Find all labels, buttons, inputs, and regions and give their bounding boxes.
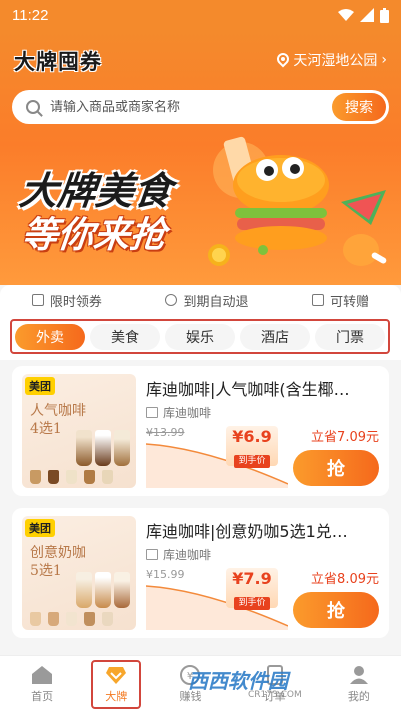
deal-price-tag: ¥6.9 到手价 bbox=[226, 426, 278, 468]
search-button[interactable]: 搜索 bbox=[332, 93, 386, 121]
banner-subheadline: 等你来抢 bbox=[19, 215, 168, 256]
grab-deal-button[interactable]: 抢 bbox=[293, 450, 379, 486]
benefit-auto-refund: 到期自动退 bbox=[165, 291, 248, 310]
merchant-info: 库迪咖啡 bbox=[146, 404, 211, 421]
battery-icon bbox=[380, 7, 389, 23]
nav-brands[interactable]: 大牌 bbox=[91, 660, 142, 709]
calendar-icon bbox=[31, 294, 44, 306]
site-watermark: 西西软件园 CR173.COM bbox=[188, 669, 302, 700]
benefit-limited-time: 限时领券 bbox=[31, 291, 102, 310]
benefits-row: 限时领券 到期自动退 可转赠 bbox=[0, 285, 401, 315]
category-tabs-container: 外卖 美食 娱乐 酒店 门票 bbox=[0, 315, 401, 360]
product-title: 库迪咖啡|创意奶咖5选1兑… bbox=[146, 522, 348, 541]
product-card[interactable]: 美团 人气咖啡 4选1 库迪咖啡|人气咖啡(含生椰… 库迪咖啡 ¥13.99 ¥… bbox=[12, 366, 389, 496]
product-thumbnail: 美团 创意奶咖 5选1 bbox=[22, 516, 136, 630]
tab-takeout[interactable]: 外卖 bbox=[15, 323, 85, 350]
tab-food[interactable]: 美食 bbox=[90, 323, 160, 350]
shop-icon bbox=[146, 549, 158, 560]
location-pin-icon bbox=[277, 53, 289, 68]
search-input[interactable] bbox=[50, 99, 320, 115]
user-icon bbox=[349, 666, 368, 684]
product-card[interactable]: 美团 创意奶咖 5选1 库迪咖啡|创意奶咖5选1兑… 库迪咖啡 ¥15.99 ¥… bbox=[12, 508, 389, 638]
product-title: 库迪咖啡|人气咖啡(含生椰… bbox=[146, 380, 350, 399]
tab-hotel[interactable]: 酒店 bbox=[240, 323, 310, 350]
mini-cups-image bbox=[30, 612, 113, 626]
header-banner: 大牌囤券 天河湿地公园 › 搜索 大牌美食 等你来抢 bbox=[0, 30, 401, 285]
shop-icon bbox=[146, 407, 158, 418]
meituan-badge: 美团 bbox=[25, 519, 55, 537]
diamond-icon bbox=[106, 667, 127, 684]
nav-home[interactable]: 首页 bbox=[7, 665, 77, 704]
brand-logo: 大牌囤券 bbox=[14, 49, 102, 74]
signal-icon bbox=[360, 8, 374, 22]
meituan-badge: 美团 bbox=[25, 377, 55, 395]
coffee-cups-image bbox=[76, 430, 130, 466]
search-icon bbox=[26, 100, 40, 114]
savings-text: 立省7.09元 bbox=[311, 430, 379, 445]
tab-tickets[interactable]: 门票 bbox=[315, 323, 385, 350]
savings-text: 立省8.09元 bbox=[311, 572, 379, 587]
category-tabs: 外卖 美食 娱乐 酒店 门票 bbox=[10, 319, 390, 354]
tab-entertainment[interactable]: 娱乐 bbox=[165, 323, 235, 350]
mini-cups-image bbox=[30, 470, 113, 484]
clock-icon bbox=[165, 294, 178, 306]
deal-price-tag: ¥7.9 到手价 bbox=[226, 568, 278, 610]
nav-profile[interactable]: 我的 bbox=[324, 665, 394, 704]
grab-deal-button[interactable]: 抢 bbox=[293, 592, 379, 628]
benefit-transferable: 可转赠 bbox=[312, 291, 369, 310]
location-selector[interactable]: 天河湿地公园 › bbox=[277, 50, 387, 70]
merchant-info: 库迪咖啡 bbox=[146, 546, 211, 563]
wifi-icon bbox=[338, 8, 354, 21]
burger-mascot-illustration bbox=[208, 136, 387, 266]
home-icon bbox=[32, 666, 53, 684]
chevron-right-icon: › bbox=[381, 52, 387, 68]
status-icons bbox=[338, 7, 389, 23]
coffee-cups-image bbox=[76, 572, 130, 608]
product-thumbnail: 美团 人气咖啡 4选1 bbox=[22, 374, 136, 488]
clock: 11:22 bbox=[12, 6, 49, 24]
status-bar: 11:22 bbox=[0, 0, 401, 30]
gift-icon bbox=[312, 294, 325, 306]
search-bar[interactable]: 搜索 bbox=[12, 90, 389, 124]
location-name: 天河湿地公园 bbox=[293, 53, 378, 69]
